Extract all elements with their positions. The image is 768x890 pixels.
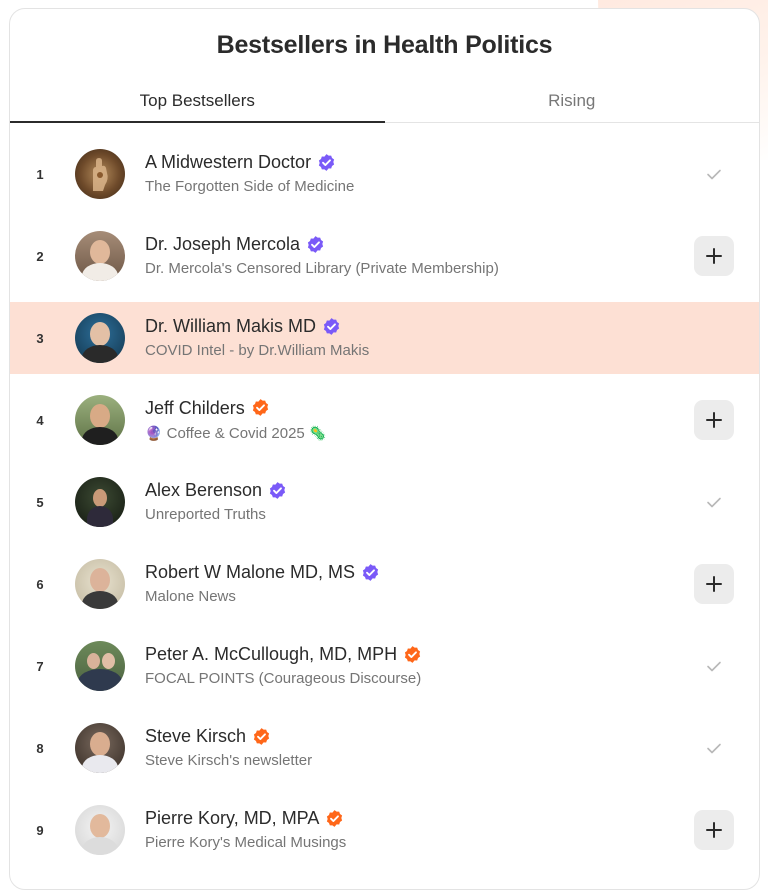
verified-badge-orange-icon — [252, 399, 268, 416]
list-item[interactable]: 7 Peter A. McCullough, MD, MPH FOCAL POI… — [10, 630, 759, 702]
action-placeholder — [694, 318, 734, 358]
list-item[interactable]: 9 Pierre Kory, MD, MPA Pierre Kory's Med… — [10, 794, 759, 866]
rank-number: 5 — [36, 494, 44, 510]
rank-number: 8 — [36, 740, 44, 756]
publication-name[interactable]: Malone News — [145, 587, 694, 607]
list-item[interactable]: 4 Jeff Childers 🔮 Coffee & Covid 2025 🦠 — [10, 384, 759, 456]
author-name[interactable]: Dr. Joseph Mercola — [145, 233, 300, 255]
publication-name[interactable]: COVID Intel - by Dr.William Makis — [145, 341, 694, 361]
rank-number: 6 — [36, 576, 44, 592]
author-name[interactable]: A Midwestern Doctor — [145, 151, 311, 173]
rank-number: 4 — [36, 412, 44, 428]
list-item[interactable]: 1 A Midwestern Doctor The Forgotten Side… — [10, 138, 759, 210]
author-name[interactable]: Pierre Kory, MD, MPA — [145, 807, 319, 829]
plus-icon — [706, 576, 722, 592]
author-name[interactable]: Robert W Malone MD, MS — [145, 561, 355, 583]
publication-name[interactable]: Pierre Kory's Medical Musings — [145, 833, 694, 853]
publication-name[interactable]: 🔮 Coffee & Covid 2025 🦠 — [145, 423, 694, 444]
list-item[interactable]: 5 Alex Berenson Unreported Truths — [10, 466, 759, 538]
microbe-emoji: 🦠 — [308, 424, 327, 441]
list-item[interactable]: 2 Dr. Joseph Mercola Dr. Mercola's Censo… — [10, 220, 759, 292]
avatar[interactable] — [75, 395, 125, 445]
verified-badge-icon — [318, 153, 335, 171]
avatar[interactable] — [75, 641, 125, 691]
bestsellers-card: Bestsellers in Health Politics Top Bests… — [9, 8, 760, 890]
subscribe-button[interactable] — [694, 400, 734, 440]
page-title: Bestsellers in Health Politics — [216, 31, 553, 59]
verified-badge-icon — [269, 481, 286, 499]
author-info: Steve Kirsch Steve Kirsch's newsletter — [145, 725, 694, 771]
crystal-ball-emoji: 🔮 — [145, 424, 163, 441]
publication-title: Coffee & Covid 2025 — [166, 424, 305, 442]
author-info: Pierre Kory, MD, MPA Pierre Kory's Medic… — [145, 807, 694, 853]
subscribe-button[interactable] — [694, 564, 734, 604]
rank-number: 3 — [36, 330, 44, 346]
plus-icon — [706, 248, 722, 264]
list-item-highlighted[interactable]: 3 Dr. William Makis MD COVID Intel - by … — [10, 302, 759, 374]
author-info: Jeff Childers 🔮 Coffee & Covid 2025 🦠 — [145, 397, 694, 444]
author-name[interactable]: Alex Berenson — [145, 479, 262, 501]
verified-badge-icon — [323, 317, 340, 335]
subscribed-check-icon[interactable] — [694, 728, 734, 768]
avatar[interactable] — [75, 723, 125, 773]
verified-badge-icon — [362, 563, 379, 581]
subscribe-button[interactable] — [694, 236, 734, 276]
avatar[interactable] — [75, 559, 125, 609]
author-info: Robert W Malone MD, MS Malone News — [145, 561, 694, 607]
bestseller-list: 1 A Midwestern Doctor The Forgotten Side… — [10, 138, 759, 866]
tab-top-bestsellers[interactable]: Top Bestsellers — [10, 81, 385, 123]
author-name[interactable]: Jeff Childers — [145, 397, 245, 419]
publication-name[interactable]: Steve Kirsch's newsletter — [145, 751, 694, 771]
author-info: Peter A. McCullough, MD, MPH FOCAL POINT… — [145, 643, 694, 689]
rank-number: 1 — [36, 166, 44, 182]
tab-bar: Top Bestsellers Rising — [10, 81, 759, 123]
author-name[interactable]: Steve Kirsch — [145, 725, 246, 747]
avatar[interactable] — [75, 805, 125, 855]
verified-badge-orange-icon — [404, 645, 421, 663]
author-info: Alex Berenson Unreported Truths — [145, 479, 694, 525]
avatar[interactable] — [75, 313, 125, 363]
rank-number: 9 — [36, 822, 44, 838]
author-name[interactable]: Peter A. McCullough, MD, MPH — [145, 643, 397, 665]
verified-badge-icon — [307, 235, 324, 253]
plus-icon — [706, 822, 722, 838]
publication-name[interactable]: Dr. Mercola's Censored Library (Private … — [145, 259, 694, 279]
rank-number: 2 — [36, 248, 44, 264]
tab-rising[interactable]: Rising — [385, 81, 760, 122]
plus-icon — [706, 412, 722, 428]
author-info: Dr. Joseph Mercola Dr. Mercola's Censore… — [145, 233, 694, 279]
subscribed-check-icon[interactable] — [694, 646, 734, 686]
rank-number: 7 — [36, 658, 44, 674]
list-item[interactable]: 8 Steve Kirsch Steve Kirsch's newsletter — [10, 712, 759, 784]
verified-badge-orange-icon — [327, 809, 343, 827]
subscribe-button[interactable] — [694, 810, 734, 850]
author-info: Dr. William Makis MD COVID Intel - by Dr… — [145, 315, 694, 361]
avatar[interactable] — [75, 149, 125, 199]
publication-name[interactable]: The Forgotten Side of Medicine — [145, 177, 694, 197]
subscribed-check-icon[interactable] — [694, 482, 734, 522]
publication-name[interactable]: FOCAL POINTS (Courageous Discourse) — [145, 669, 694, 689]
verified-badge-orange-icon — [253, 727, 270, 745]
avatar[interactable] — [75, 477, 125, 527]
publication-name[interactable]: Unreported Truths — [145, 505, 694, 525]
subscribed-check-icon[interactable] — [694, 154, 734, 194]
author-info: A Midwestern Doctor The Forgotten Side o… — [145, 151, 694, 197]
list-item[interactable]: 6 Robert W Malone MD, MS Malone News — [10, 548, 759, 620]
avatar[interactable] — [75, 231, 125, 281]
author-name[interactable]: Dr. William Makis MD — [145, 315, 316, 337]
